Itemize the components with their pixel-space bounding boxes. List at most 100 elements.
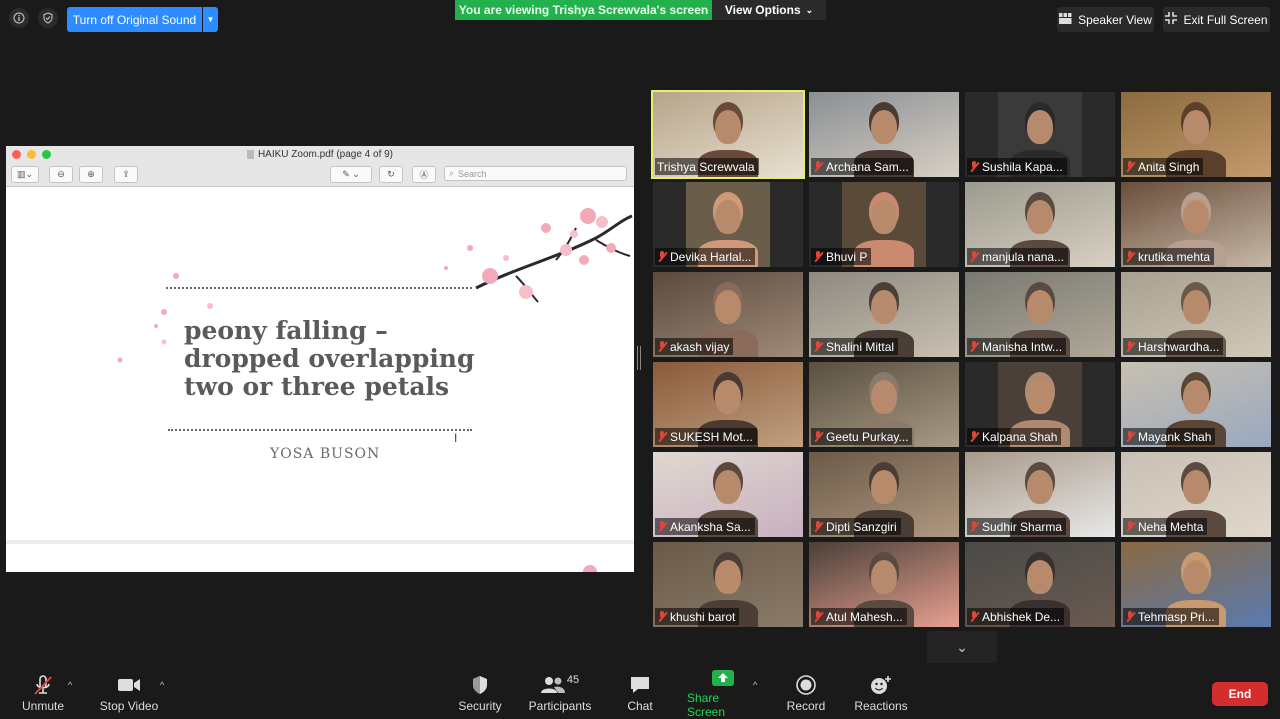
participant-tile[interactable]: Sushila Kapa... <box>965 92 1115 177</box>
shield-check-icon[interactable] <box>38 8 58 28</box>
page-separator <box>6 540 634 544</box>
share-options-caret[interactable]: ^ <box>753 680 757 690</box>
sidebar-toggle-icon[interactable]: ▥⌄ <box>11 166 39 183</box>
haiku-line: dropped overlapping <box>184 344 475 373</box>
view-options-label: View Options <box>724 3 801 17</box>
participant-name: Harshwardha... <box>1138 339 1220 354</box>
participant-tile[interactable]: Manisha Intw... <box>965 272 1115 357</box>
mic-muted-icon <box>813 431 823 442</box>
annotate-icon[interactable]: Ⓐ <box>412 166 436 183</box>
participant-name: Geetu Purkay... <box>826 429 909 444</box>
view-options-button[interactable]: View Options ⌄ <box>712 0 826 20</box>
exit-full-screen-label: Exit Full Screen <box>1183 12 1268 27</box>
sound-options-caret[interactable]: ▼ <box>203 7 218 32</box>
video-options-caret[interactable]: ^ <box>160 680 164 690</box>
participant-name: Kalpana Shah <box>982 429 1058 444</box>
zoom-window-button[interactable] <box>42 150 51 159</box>
participant-tile[interactable]: Dipti Sanzgiri <box>809 452 959 537</box>
participant-tile[interactable]: Harshwardha... <box>1121 272 1271 357</box>
participant-name: Bhuvi P <box>826 249 868 264</box>
participant-name-tag: Atul Mahesh... <box>811 608 907 625</box>
mic-muted-icon <box>969 611 979 622</box>
chat-button[interactable]: Chat <box>619 667 661 719</box>
rotate-icon[interactable]: ↻ <box>379 166 403 183</box>
video-camera-icon <box>117 674 141 696</box>
security-button[interactable]: Security <box>455 667 505 719</box>
participant-tile[interactable]: Tehmasp Pri... <box>1121 542 1271 627</box>
participant-tile[interactable]: Devika Harlal... <box>653 182 803 267</box>
security-label: Security <box>458 698 502 713</box>
participant-tile[interactable]: akash vijay <box>653 272 803 357</box>
turn-off-original-sound-button[interactable]: Turn off Original Sound <box>67 7 202 32</box>
participant-name-tag: manjula nana... <box>967 248 1069 265</box>
gallery-scroll-down-button[interactable]: ⌄ <box>927 631 997 663</box>
participant-name: Atul Mahesh... <box>826 609 903 624</box>
close-window-button[interactable] <box>12 150 21 159</box>
grid-icon <box>1059 12 1072 27</box>
participant-tile[interactable]: Archana Sam... <box>809 92 959 177</box>
participant-tile[interactable]: Geetu Purkay... <box>809 362 959 447</box>
participant-name-tag: krutika mehta <box>1123 248 1215 265</box>
share-screen-icon <box>711 667 735 688</box>
audio-options-caret[interactable]: ^ <box>68 680 72 690</box>
share-icon[interactable]: ⇪ <box>114 166 138 183</box>
participant-tile[interactable]: manjula nana... <box>965 182 1115 267</box>
participant-tile[interactable]: Atul Mahesh... <box>809 542 959 627</box>
mic-muted-icon <box>813 341 823 352</box>
unmute-button[interactable]: Unmute <box>18 667 68 719</box>
participant-name-tag: khushi barot <box>655 608 740 625</box>
reactions-button[interactable]: Reactions <box>853 667 909 719</box>
participants-button[interactable]: 45 Participants <box>526 667 594 719</box>
chevron-down-icon: ⌄ <box>805 4 814 15</box>
mic-muted-icon <box>813 611 823 622</box>
participant-name: manjula nana... <box>982 249 1065 264</box>
people-icon <box>540 676 565 693</box>
stop-video-button[interactable]: Stop Video <box>98 667 160 719</box>
end-meeting-button[interactable]: End <box>1212 682 1268 706</box>
participant-tile[interactable]: Akanksha Sa... <box>653 452 803 537</box>
mic-muted-icon <box>1125 341 1135 352</box>
markup-pen-icon[interactable]: ✎ ⌄ <box>330 166 372 183</box>
mic-muted-icon <box>657 251 667 262</box>
participant-name-tag: Harshwardha... <box>1123 338 1224 355</box>
person-face <box>1027 200 1053 234</box>
participant-tile[interactable]: SUKESH Mot... <box>653 362 803 447</box>
info-icon[interactable] <box>9 8 29 28</box>
participant-tile[interactable]: Sudhir Sharma <box>965 452 1115 537</box>
reactions-label: Reactions <box>854 698 908 713</box>
shield-icon <box>471 674 489 696</box>
participant-tile[interactable]: khushi barot <box>653 542 803 627</box>
mic-muted-icon <box>32 674 54 696</box>
person-face <box>1183 110 1209 144</box>
share-screen-button[interactable]: Share Screen <box>687 667 759 719</box>
participant-tile[interactable]: Abhishek De... <box>965 542 1115 627</box>
cherry-blossom-illustration <box>444 208 633 303</box>
person-face <box>1183 290 1209 324</box>
person-face <box>715 110 741 144</box>
pdf-search-field[interactable]: ⌕ Search <box>444 166 627 181</box>
participant-tile[interactable]: Kalpana Shah <box>965 362 1115 447</box>
mic-muted-icon <box>1125 431 1135 442</box>
participant-tile[interactable]: Mayank Shah <box>1121 362 1271 447</box>
participant-tile[interactable]: Trishya Screwvala <box>651 90 805 179</box>
minimize-window-button[interactable] <box>27 150 36 159</box>
participant-tile[interactable]: krutika mehta <box>1121 182 1271 267</box>
mic-muted-icon <box>1125 611 1135 622</box>
participant-tile[interactable]: Shalini Mittal <box>809 272 959 357</box>
participant-tile[interactable]: Anita Singh <box>1121 92 1271 177</box>
mic-muted-icon <box>1125 251 1135 262</box>
speaker-view-button[interactable]: Speaker View <box>1057 7 1154 32</box>
exit-full-screen-button[interactable]: Exit Full Screen <box>1163 7 1270 32</box>
splitter-handle[interactable] <box>637 346 641 370</box>
text-cursor-icon: I <box>454 431 458 445</box>
participant-tile[interactable]: Neha Mehta <box>1121 452 1271 537</box>
person-face <box>1183 470 1209 504</box>
mic-muted-icon <box>969 521 979 532</box>
pdf-window-title: HAIKU Zoom.pdf (page 4 of 9) <box>257 148 394 160</box>
zoom-out-icon[interactable]: ⊖ <box>49 166 73 183</box>
zoom-in-icon[interactable]: ⊕ <box>79 166 103 183</box>
record-button[interactable]: Record <box>784 667 828 719</box>
participant-tile[interactable]: Bhuvi P <box>809 182 959 267</box>
unmute-label: Unmute <box>21 698 65 713</box>
person-face <box>871 560 897 594</box>
